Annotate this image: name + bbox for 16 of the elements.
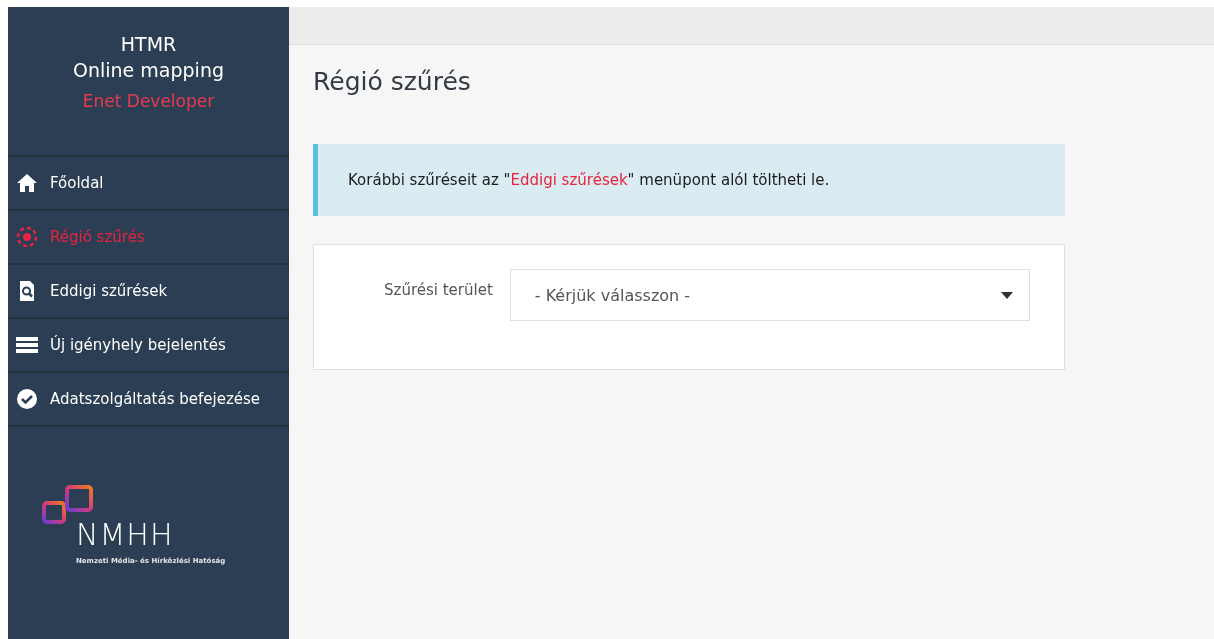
- area-select[interactable]: - Kérjük válasszon -: [509, 269, 1030, 321]
- history-link[interactable]: Eddigi szűrések: [510, 171, 628, 189]
- info-message: Korábbi szűréseit az "Eddigi szűrések" menüpont alól töltheti le.: [313, 144, 1065, 216]
- check-circle-icon: [16, 388, 38, 410]
- sidebar-item[interactable]: Adatszolgáltatás befejezése: [8, 371, 289, 427]
- target-icon: [16, 226, 38, 248]
- app-title: HTMR: [120, 32, 177, 57]
- home-icon: [16, 173, 38, 193]
- list-icon: [16, 335, 38, 355]
- page-title: Régió szűrés: [313, 67, 472, 96]
- user-name: Enet Developer: [82, 91, 215, 111]
- app-title: Online mapping: [73, 58, 224, 83]
- caret-icon: [1001, 291, 1013, 299]
- logo-text: NMHH: [76, 519, 174, 551]
- logo-squares-icon: [42, 485, 94, 525]
- field-label: Szűrési terület: [384, 281, 493, 299]
